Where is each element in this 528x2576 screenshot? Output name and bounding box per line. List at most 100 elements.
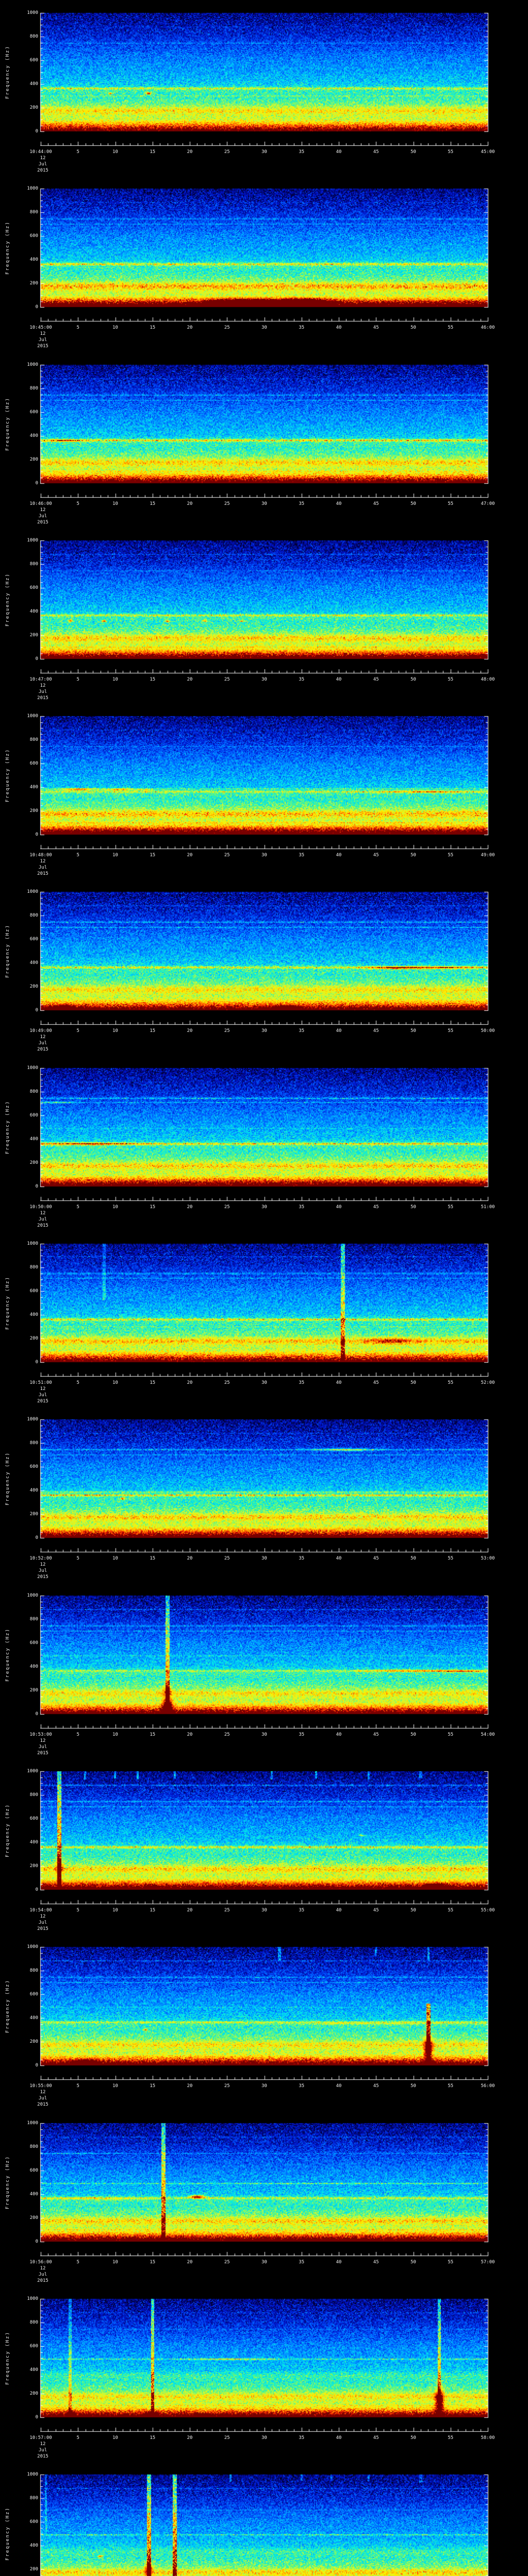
y-tick-label: 600 [29, 585, 38, 590]
x-tick-label: 5 [76, 2435, 79, 2441]
y-tick-label: 800 [29, 210, 38, 215]
x-axis-end-time: 55:00 [481, 1908, 495, 1913]
x-axis-date-line: 12 [40, 1035, 46, 1040]
spectrogram-panel: Frequency (Hz) 0 200 400 600 800 1000 5 10 15 20 25… [0, 1231, 528, 1407]
y-tick-label: 200 [29, 1688, 38, 1693]
x-tick-label: 10 [112, 2435, 118, 2441]
x-tick-label: 20 [187, 2260, 193, 2265]
y-tick-label: 400 [29, 2015, 38, 2021]
x-tick-label: 20 [187, 325, 193, 330]
y-axis-title: Frequency (Hz) [5, 2331, 10, 2385]
x-tick-label: 10 [112, 1205, 118, 1210]
x-tick-label: 20 [187, 1205, 193, 1210]
y-tick-label: 0 [35, 1008, 38, 1013]
x-tick-label: 55 [448, 501, 454, 506]
y-tick-label: 800 [29, 1617, 38, 1622]
x-tick-label: 35 [299, 1908, 305, 1913]
x-axis-date-line: 2015 [37, 1926, 48, 1931]
x-tick-label: 40 [336, 1205, 342, 1210]
spectrogram-panel: Frequency (Hz) 0 200 400 600 800 1000 5 10 15 20 25… [0, 176, 528, 352]
spectrogram-panel: Frequency (Hz) 0 200 400 600 800 1000 5 10 15 20 25… [0, 1406, 528, 1583]
x-tick-label: 45 [373, 1732, 379, 1737]
y-axis-title: Frequency (Hz) [5, 397, 10, 451]
x-tick-label: 55 [448, 325, 454, 330]
x-axis-date-line: 2015 [37, 1047, 48, 1052]
x-tick-label: 45 [373, 2083, 379, 2089]
x-tick-label: 15 [150, 1380, 156, 1385]
x-axis-date-line: Jul [38, 1744, 47, 1750]
x-tick-label: 15 [150, 501, 156, 506]
x-tick-label: 10 [112, 325, 118, 330]
y-axis-title: Frequency (Hz) [5, 573, 10, 626]
x-tick-label: 55 [448, 677, 454, 682]
x-tick-label: 15 [150, 2083, 156, 2089]
x-tick-label: 50 [410, 2260, 416, 2265]
x-tick-label: 55 [448, 1380, 454, 1385]
x-tick-label: 20 [187, 2083, 193, 2089]
x-axis-date-line: 12 [40, 331, 46, 336]
x-tick-label: 20 [187, 1028, 193, 1033]
x-tick-label: 20 [187, 853, 193, 858]
y-tick-label: 0 [35, 129, 38, 134]
y-axis-title: Frequency (Hz) [5, 1100, 10, 1154]
x-tick-label: 30 [261, 1028, 267, 1033]
x-axis-date-line: 12 [40, 156, 46, 161]
x-tick-label: 35 [299, 1028, 305, 1033]
y-tick-label: 800 [29, 913, 38, 918]
x-axis-date-line: 12 [40, 2090, 46, 2095]
y-tick-label: 400 [29, 257, 38, 262]
x-tick-label: 50 [410, 1732, 416, 1737]
x-axis-date-line: 12 [40, 1386, 46, 1392]
x-axis-end-time: 50:00 [481, 1028, 495, 1033]
x-tick-label: 30 [261, 1556, 267, 1561]
y-tick-label: 400 [29, 433, 38, 438]
x-tick-label: 55 [448, 2260, 454, 2265]
x-axis-date-line: Jul [38, 2272, 47, 2277]
y-tick-label: 400 [29, 609, 38, 614]
x-axis-date-line: 2015 [37, 1223, 48, 1228]
x-tick-label: 30 [261, 149, 267, 155]
x-tick-label: 35 [299, 853, 305, 858]
x-axis-start-time: 10:55:00 [29, 2083, 52, 2089]
x-tick-label: 40 [336, 2083, 342, 2089]
x-axis-date-line: 2015 [37, 168, 48, 173]
x-tick-label: 25 [224, 501, 230, 506]
x-axis-start-time: 10:47:00 [29, 677, 52, 682]
y-tick-label: 400 [29, 785, 38, 790]
y-tick-label: 400 [29, 2543, 38, 2548]
x-axis-end-time: 47:00 [481, 501, 495, 506]
x-axis-date-line: Jul [38, 162, 47, 167]
y-tick-label: 1000 [27, 362, 38, 367]
x-tick-label: 50 [410, 1205, 416, 1210]
y-tick-label: 1000 [27, 2296, 38, 2301]
y-tick-label: 600 [29, 2519, 38, 2524]
x-tick-label: 40 [336, 325, 342, 330]
spectrogram-panel: Frequency (Hz) 0 200 400 600 800 1000 5 10 15 20 25… [0, 352, 528, 528]
y-tick-label: 800 [29, 2320, 38, 2325]
x-tick-label: 50 [410, 325, 416, 330]
x-tick-label: 50 [410, 853, 416, 858]
x-tick-label: 40 [336, 1908, 342, 1913]
x-tick-label: 30 [261, 1908, 267, 1913]
y-tick-label: 400 [29, 81, 38, 87]
y-tick-label: 600 [29, 937, 38, 942]
spectrogram-panel: Frequency (Hz) 0 200 400 600 800 1000 5 10 15 20 25… [0, 1583, 528, 1759]
x-axis-start-time: 10:51:00 [29, 1380, 52, 1385]
x-tick-label: 25 [224, 2260, 230, 2265]
x-tick-label: 30 [261, 501, 267, 506]
x-tick-label: 10 [112, 501, 118, 506]
y-tick-label: 0 [35, 656, 38, 662]
x-axis-start-time: 10:44:00 [29, 149, 52, 155]
y-tick-label: 0 [35, 2415, 38, 2420]
x-tick-label: 50 [410, 2083, 416, 2089]
x-tick-label: 35 [299, 149, 305, 155]
y-tick-label: 800 [29, 1265, 38, 1270]
y-axis-title: Frequency (Hz) [5, 1628, 10, 1682]
x-tick-label: 35 [299, 1380, 305, 1385]
x-tick-label: 25 [224, 2435, 230, 2441]
y-tick-label: 1000 [27, 2121, 38, 2126]
x-axis-date-line: Jul [38, 689, 47, 694]
x-tick-label: 10 [112, 677, 118, 682]
x-tick-label: 5 [76, 1028, 79, 1033]
x-tick-label: 30 [261, 1205, 267, 1210]
